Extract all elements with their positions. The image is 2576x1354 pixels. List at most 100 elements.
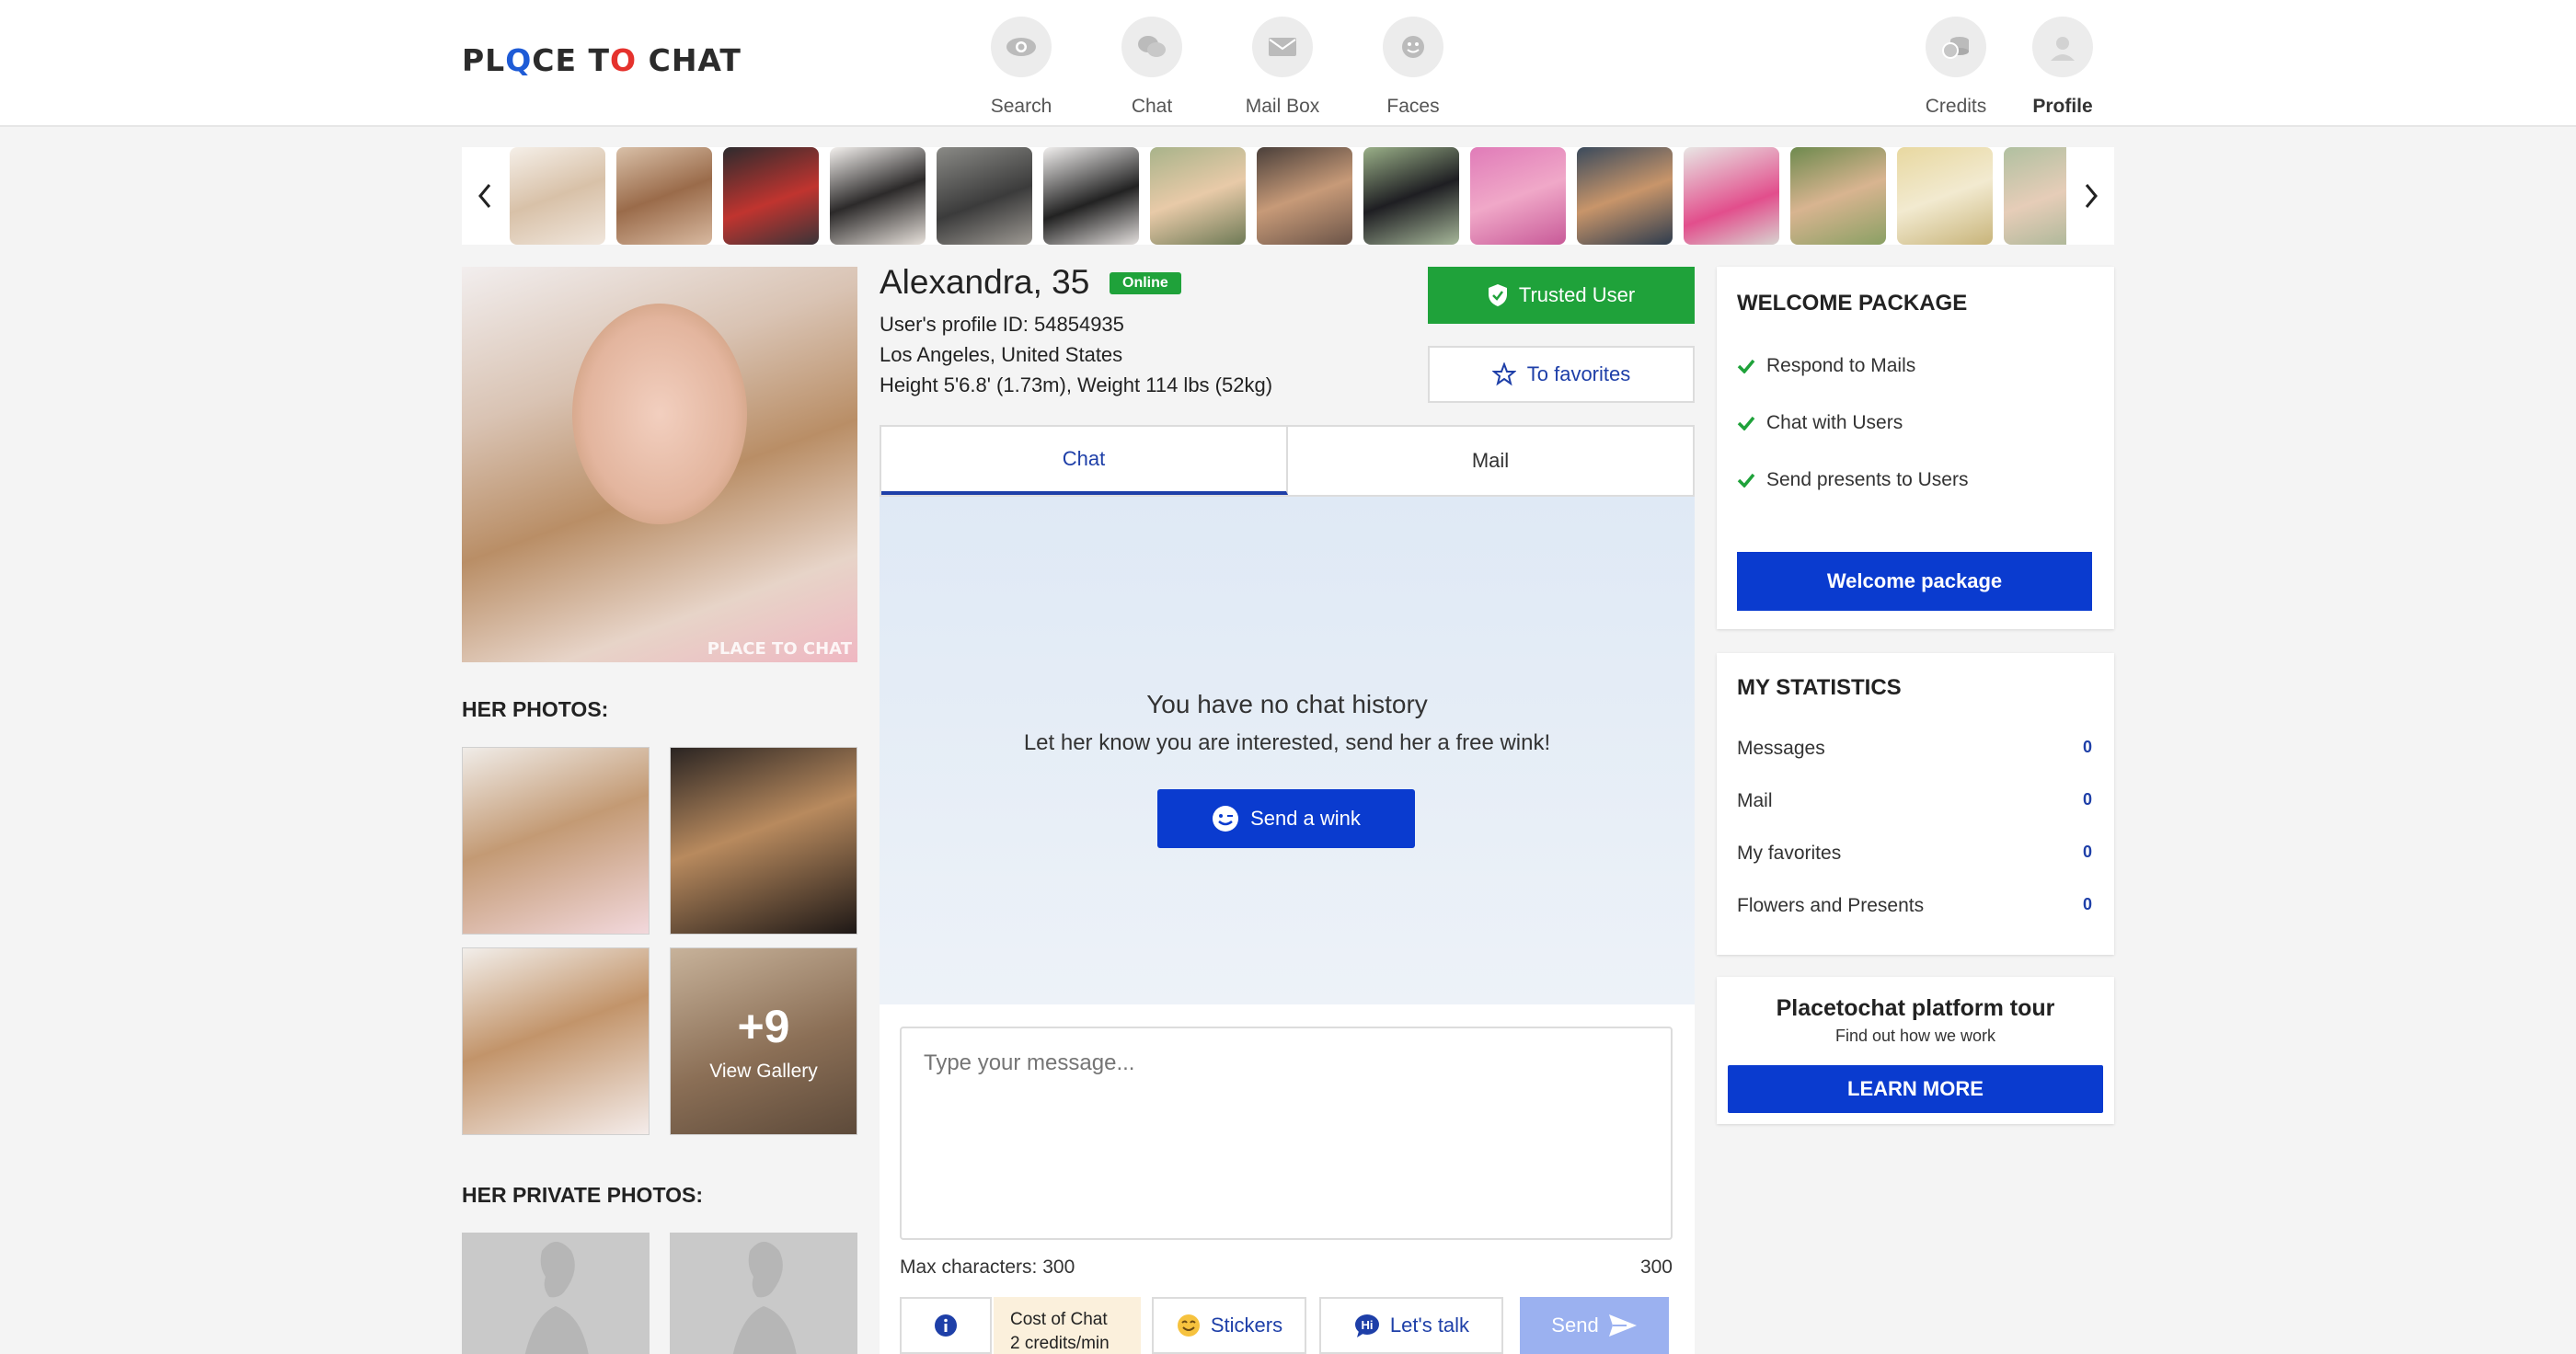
hi-bubble-icon: Hi [1354,1314,1379,1337]
message-input[interactable] [900,1027,1673,1240]
paper-plane-icon [1608,1314,1637,1337]
stat-label: Flowers and Presents [1737,895,1925,916]
view-gallery-label: View Gallery [709,1061,818,1082]
welcome-feature-label: Chat with Users [1766,412,1903,433]
sticker-emoji-icon [1177,1314,1200,1337]
tab-mail[interactable]: Mail [1288,427,1693,495]
carousel-prev-button[interactable] [462,147,508,245]
send-label: Send [1551,1314,1599,1337]
to-favorites-label: To favorites [1526,362,1631,385]
carousel-profile-thumb[interactable] [1790,147,1886,245]
lets-talk-button[interactable]: Hi Let's talk [1319,1297,1503,1354]
nav-label: Chat [1131,96,1173,117]
online-status-badge: Online [1110,272,1181,294]
carousel-profile-thumb[interactable] [937,147,1032,245]
profile-photo-thumb[interactable] [670,747,857,935]
nav-search[interactable]: Search [957,17,1086,118]
private-photo-placeholder[interactable] [670,1233,857,1354]
send-message-button[interactable]: Send [1520,1297,1669,1354]
chat-info-button[interactable] [900,1297,992,1354]
her-private-photos-title: HER PRIVATE PHOTOS: [462,1183,703,1207]
photo-face [572,304,747,524]
send-wink-button[interactable]: Send a wink [1157,789,1415,848]
logo-text: Q [505,42,533,78]
carousel-profile-thumb[interactable] [1363,147,1459,245]
stat-label: Mail [1737,790,1773,811]
nav-label: Faces [1386,96,1440,117]
carousel-profile-thumb[interactable] [1257,147,1352,245]
my-statistics-panel: MY STATISTICS Messages 0 Mail 0 My favor… [1717,653,2114,955]
profile-photo-thumb[interactable] [462,747,650,935]
stat-label: Messages [1737,738,1825,759]
carousel-profile-thumb[interactable] [510,147,605,245]
stat-row-mail[interactable]: Mail 0 [1737,790,2092,812]
main-profile-photo[interactable]: PLACE TO CHAT [462,267,857,662]
her-photos-title: HER PHOTOS: [462,697,609,721]
trusted-user-button[interactable]: Trusted User [1428,267,1695,324]
stat-row-presents[interactable]: Flowers and Presents 0 [1737,895,2092,917]
nav-label: Profile [2032,96,2093,117]
carousel-profile-thumb[interactable] [2004,147,2066,245]
carousel-profile-thumb[interactable] [616,147,712,245]
chat-mail-tabs: Chat Mail [880,425,1695,497]
platform-tour-panel: Placetochat platform tour Find out how w… [1717,977,2114,1124]
silhouette-icon [732,1242,797,1354]
max-characters-label: Max characters: 300 [900,1256,1075,1278]
nav-chat[interactable]: Chat [1087,17,1216,118]
welcome-feature-item: Send presents to Users [1737,469,1968,491]
stat-row-favorites[interactable]: My favorites 0 [1737,843,2092,865]
stat-label: My favorites [1737,843,1842,864]
wink-face-icon [1213,806,1239,832]
logo-text: PL [462,42,506,78]
shield-check-icon [1488,284,1507,306]
carousel-profile-thumb[interactable] [1043,147,1139,245]
logo-text: CHAT [637,42,742,78]
user-avatar-icon [2032,17,2093,77]
checkmark-icon [1737,359,1755,373]
stat-row-messages[interactable]: Messages 0 [1737,738,2092,760]
carousel-profile-thumb[interactable] [1150,147,1246,245]
trusted-user-label: Trusted User [1518,283,1636,306]
stat-value: 0 [2082,790,2092,809]
carousel-profile-thumb[interactable] [1897,147,1993,245]
to-favorites-button[interactable]: To favorites [1428,346,1695,403]
nav-profile[interactable]: Profile [1998,17,2127,118]
profile-physique: Height 5'6.8' (1.73m), Weight 114 lbs (5… [880,373,1273,396]
chevron-left-icon [478,184,491,208]
carousel-profile-thumb[interactable] [1684,147,1779,245]
stat-value: 0 [2082,843,2092,861]
carousel-next-button[interactable] [2068,147,2114,245]
carousel-profile-thumb[interactable] [830,147,926,245]
nav-faces[interactable]: Faces [1349,17,1478,118]
carousel-profile-thumb[interactable] [1577,147,1673,245]
svg-text:Hi: Hi [1361,1318,1373,1332]
logo-text: O [610,42,638,78]
private-photo-placeholder[interactable] [462,1233,650,1354]
nav-label: Mail Box [1245,96,1320,117]
carousel-profile-thumb[interactable] [723,147,819,245]
site-logo[interactable]: PLQCE TO CHAT [462,42,742,78]
stickers-button[interactable]: Stickers [1152,1297,1306,1354]
carousel-profile-thumb[interactable] [1470,147,1566,245]
platform-tour-title: Placetochat platform tour [1776,995,2055,1021]
profile-name: Alexandra, 35 [880,263,1090,301]
platform-tour-subtitle: Find out how we work [1834,1027,1996,1045]
welcome-feature-item: Chat with Users [1737,412,1903,434]
silhouette-icon [524,1242,589,1354]
photo-watermark: PLACE TO CHAT [707,639,852,659]
profile-photo-thumb[interactable] [462,947,650,1135]
empty-chat-subtitle: Let her know you are interested, send he… [1023,730,1551,755]
gallery-count: +9 [737,1001,790,1052]
welcome-package-button[interactable]: Welcome package [1737,552,2092,611]
send-wink-label: Send a wink [1250,807,1361,830]
star-icon [1491,362,1516,386]
carousel-thumbnails [510,147,2066,245]
profiles-carousel [462,147,2114,245]
view-gallery-tile[interactable]: +9 View Gallery [670,947,857,1135]
empty-chat-title: You have no chat history [1146,690,1428,718]
nav-mailbox[interactable]: Mail Box [1218,17,1347,118]
learn-more-button[interactable]: LEARN MORE [1728,1065,2103,1113]
profile-id: User's profile ID: 54854935 [880,313,1124,336]
logo-text: CE T [532,42,611,78]
tab-chat[interactable]: Chat [881,427,1288,495]
